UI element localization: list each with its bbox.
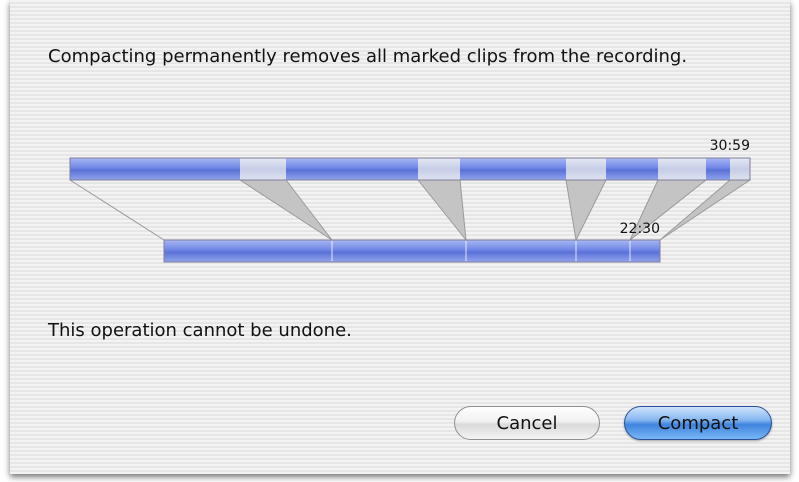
compacted-timeline: 22:30 bbox=[163, 221, 661, 263]
compacted-duration-label: 22:30 bbox=[620, 221, 660, 237]
marked-clip bbox=[240, 158, 286, 180]
original-timeline: 30:59 bbox=[69, 138, 751, 181]
timeline-track bbox=[164, 240, 660, 262]
cancel-button[interactable]: Cancel bbox=[454, 406, 600, 440]
warning-text: This operation cannot be undone. bbox=[48, 320, 352, 341]
connector-wedge bbox=[566, 180, 606, 240]
compact-dialog: Compacting permanently removes all marke… bbox=[10, 0, 790, 474]
timeline-track bbox=[70, 158, 750, 180]
marked-clip bbox=[730, 158, 750, 180]
marked-clip bbox=[566, 158, 606, 180]
marked-clip bbox=[658, 158, 706, 180]
compaction-diagram: 30:59 22:30 bbox=[69, 138, 751, 263]
original-duration-label: 30:59 bbox=[710, 138, 750, 154]
marked-clip bbox=[418, 158, 460, 180]
compact-button[interactable]: Compact bbox=[624, 406, 772, 440]
